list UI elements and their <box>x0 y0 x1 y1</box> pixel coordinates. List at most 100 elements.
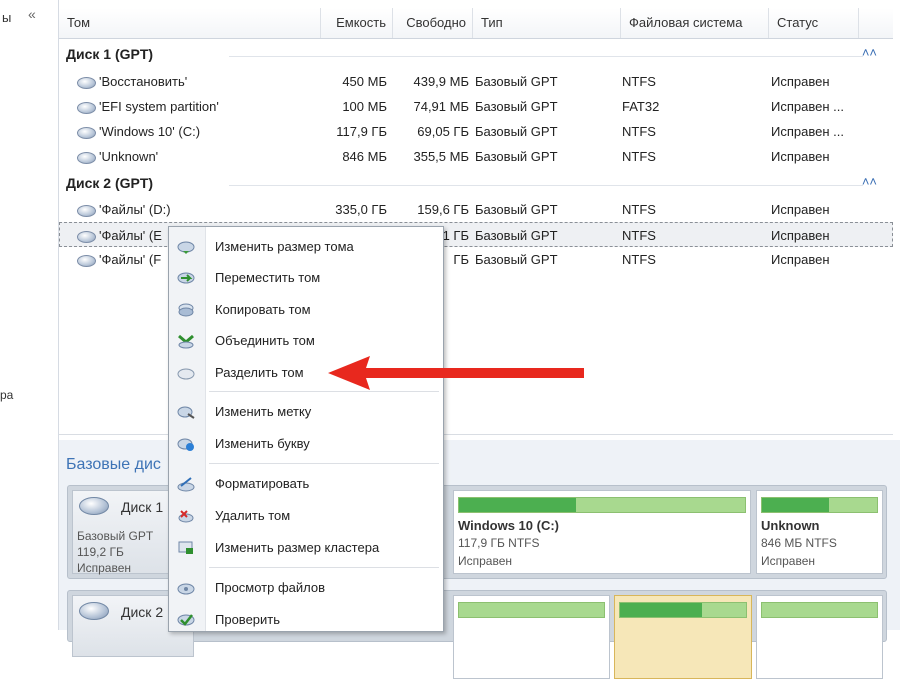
column-header-status[interactable]: Статус <box>769 8 859 38</box>
volume-icon <box>77 126 96 139</box>
volume-filesystem: NTFS <box>622 202 656 217</box>
column-header-bar: Том Емкость Свободно Тип Файловая систем… <box>59 8 893 39</box>
volume-type: Базовый GPT <box>475 74 558 89</box>
volume-free: 69,05 ГБ <box>417 124 469 139</box>
menu-item-delete-volume[interactable]: Удалить том <box>169 503 443 529</box>
partition-usage-fill <box>762 498 829 512</box>
partition-status: Исправен <box>761 554 816 568</box>
column-header-capacity[interactable]: Емкость <box>321 8 393 38</box>
volume-free: 74,91 МБ <box>413 99 469 114</box>
volume-row[interactable]: 'Windows 10' (C:) 117,9 ГБ 69,05 ГБ Базо… <box>59 119 893 144</box>
volume-type: Базовый GPT <box>475 149 558 164</box>
column-header-filesystem[interactable]: Файловая система <box>621 8 769 38</box>
partition-usage-bar <box>619 602 747 618</box>
split-volume-icon <box>177 368 195 380</box>
menu-item-browse-files[interactable]: Просмотр файлов <box>169 575 443 601</box>
volume-status: Исправен <box>771 202 830 217</box>
partition-usage-fill <box>620 603 702 617</box>
volume-capacity: 335,0 ГБ <box>335 202 387 217</box>
volume-filesystem: NTFS <box>622 149 656 164</box>
volume-name: 'EFI system partition' <box>77 94 219 119</box>
partition-status: Исправен <box>458 554 513 568</box>
check-icon <box>177 614 195 626</box>
menu-item-label: Изменить букву <box>215 436 310 451</box>
volume-row[interactable]: 'Восстановить' 450 МБ 439,9 МБ Базовый G… <box>59 69 893 94</box>
volume-name: 'Файлы' (D:) <box>77 197 171 222</box>
volume-icon <box>77 151 96 164</box>
menu-item-label: Изменить размер кластера <box>215 540 380 555</box>
volume-status: Исправен <box>771 74 830 89</box>
menu-item-check[interactable]: Проверить <box>169 607 443 633</box>
partition-block[interactable] <box>756 595 883 679</box>
volume-row[interactable]: 'EFI system partition' 100 МБ 74,91 МБ Б… <box>59 94 893 119</box>
menu-item-copy-volume[interactable]: Копировать том <box>169 297 443 323</box>
menu-item-merge-volume[interactable]: Объединить том <box>169 328 443 354</box>
column-header-type[interactable]: Тип <box>473 8 621 38</box>
partition-size: 117,9 ГБ NTFS <box>458 536 540 550</box>
column-header-free[interactable]: Свободно <box>393 8 473 38</box>
menu-separator <box>209 567 439 568</box>
volume-type: Базовый GPT <box>475 202 558 217</box>
disk-status: Исправен <box>77 561 132 575</box>
partition-block-selected[interactable] <box>614 595 752 679</box>
volume-filesystem: NTFS <box>622 124 656 139</box>
volume-capacity: 100 МБ <box>342 99 387 114</box>
menu-item-resize-volume[interactable]: Изменить размер тома <box>169 234 443 260</box>
volume-type: Базовый GPT <box>475 124 558 139</box>
disk-map-title: Базовые дис <box>66 456 161 473</box>
volume-icon <box>77 76 96 89</box>
partition-block[interactable] <box>453 595 610 679</box>
menu-item-label: Удалить том <box>215 508 291 523</box>
disk-group-label: Диск 2 (GPT) <box>66 175 154 191</box>
volume-capacity: 846 МБ <box>342 149 387 164</box>
menu-item-change-letter[interactable]: Изменить букву <box>169 431 443 457</box>
menu-item-label: Разделить том <box>215 365 304 380</box>
partition-block[interactable]: Unknown 846 МБ NTFS Исправен <box>756 490 883 574</box>
menu-item-change-label[interactable]: Изменить метку <box>169 399 443 425</box>
volume-capacity: 117,9 ГБ <box>336 124 387 139</box>
left-pane-text-top: ы <box>2 10 12 25</box>
volume-type: Базовый GPT <box>475 228 558 243</box>
volume-name: 'Файлы' (E <box>77 223 162 248</box>
move-volume-icon <box>177 272 195 284</box>
volume-filesystem: NTFS <box>622 228 656 243</box>
menu-item-format[interactable]: Форматировать <box>169 471 443 497</box>
volume-type: Базовый GPT <box>475 99 558 114</box>
menu-item-label: Проверить <box>215 612 281 627</box>
menu-separator <box>209 463 439 464</box>
disk-group-label: Диск 1 (GPT) <box>66 46 154 62</box>
volume-status: Исправен ... <box>771 124 844 139</box>
menu-item-label: Изменить метку <box>215 404 312 419</box>
partition-block[interactable]: Windows 10 (C:) 117,9 ГБ NTFS Исправен <box>453 490 751 574</box>
red-pointer-arrow <box>328 356 584 390</box>
volume-name: 'Файлы' (F <box>77 247 161 272</box>
format-icon <box>177 477 195 492</box>
collapse-pane-icon[interactable]: « <box>28 6 36 22</box>
partition-size: 846 МБ NTFS <box>761 536 837 550</box>
resize-volume-icon <box>177 241 195 254</box>
volume-free: 355,5 МБ <box>413 149 469 164</box>
menu-item-cluster-size[interactable]: Изменить размер кластера <box>169 535 443 561</box>
volume-free: 159,6 ГБ <box>417 202 469 217</box>
volume-free: 439,9 МБ <box>413 74 469 89</box>
collapse-group-icon[interactable]: ˄˄ <box>862 174 877 189</box>
column-header-volume[interactable]: Том <box>59 8 321 38</box>
collapse-group-icon[interactable]: ˄˄ <box>862 45 877 60</box>
volume-capacity: 450 МБ <box>342 74 387 89</box>
context-menu: Изменить размер тома Переместить том Коп… <box>168 226 444 632</box>
volume-row[interactable]: 'Файлы' (D:) 335,0 ГБ 159,6 ГБ Базовый G… <box>59 197 893 222</box>
group-divider-line <box>229 56 863 57</box>
change-label-icon <box>177 406 195 419</box>
volume-icon <box>77 254 96 267</box>
disk-icon <box>79 497 109 515</box>
disk-group-header[interactable]: Диск 1 (GPT) ˄˄ <box>59 43 893 67</box>
browse-files-icon <box>177 583 195 595</box>
disk-name: Диск 1 <box>121 499 164 515</box>
volume-icon <box>77 101 96 114</box>
disk-icon <box>79 602 109 620</box>
disk-group-header[interactable]: Диск 2 (GPT) ˄˄ <box>59 172 893 196</box>
menu-item-move-volume[interactable]: Переместить том <box>169 265 443 291</box>
partition-name: Windows 10 (C:) <box>458 518 559 533</box>
merge-volume-icon <box>178 334 194 349</box>
volume-row[interactable]: 'Unknown' 846 МБ 355,5 МБ Базовый GPT NT… <box>59 144 893 169</box>
